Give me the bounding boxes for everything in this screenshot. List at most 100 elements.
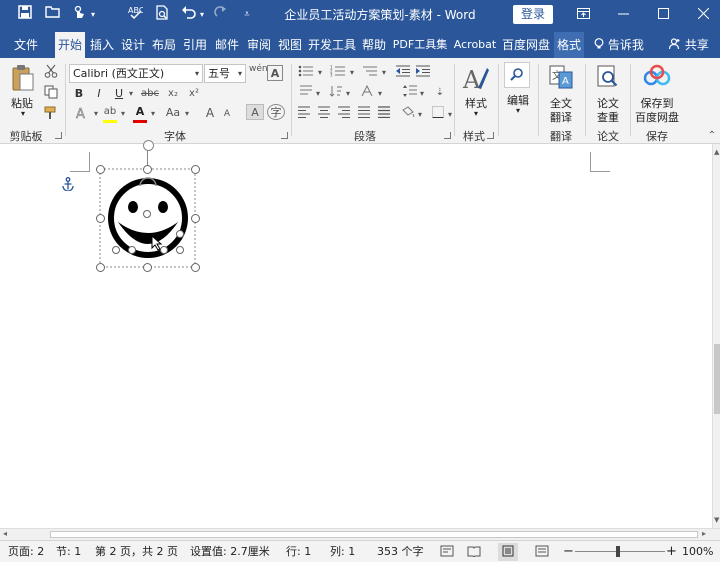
zoom-level[interactable]: 100% <box>682 541 713 562</box>
tab-baidu-netdisk[interactable]: 百度网盘 <box>501 32 551 58</box>
tab-view[interactable]: 视图 <box>276 32 304 58</box>
numbering-dropdown-icon[interactable]: ▾ <box>348 65 356 81</box>
resize-handle[interactable] <box>96 263 105 272</box>
minimize-icon[interactable] <box>603 0 643 30</box>
chinese-layout-dropdown-icon[interactable]: ▾ <box>314 86 322 102</box>
translate-icon[interactable]: 文A <box>547 64 575 92</box>
grow-font-button[interactable]: A <box>203 105 217 121</box>
customize-icon[interactable]: ⩡ <box>236 5 258 25</box>
shading-icon[interactable] <box>400 106 416 122</box>
font-color-dropdown-icon[interactable]: ▾ <box>149 106 157 122</box>
horizontal-scroll-thumb[interactable] <box>50 531 698 538</box>
zoom-slider-track[interactable] <box>575 551 665 552</box>
borders-dropdown-icon[interactable]: ▾ <box>446 107 454 123</box>
distributed-icon[interactable] <box>376 106 392 122</box>
tab-review[interactable]: 审阅 <box>244 32 274 58</box>
resize-handle[interactable] <box>143 165 152 174</box>
print-layout-icon[interactable] <box>498 543 518 561</box>
tab-mailings[interactable]: 邮件 <box>212 32 242 58</box>
share-button[interactable]: 共享 <box>664 32 714 58</box>
bullets-dropdown-icon[interactable]: ▾ <box>316 65 324 81</box>
styles-dialog-launcher-icon[interactable] <box>487 132 494 139</box>
shading-dropdown-icon[interactable]: ▾ <box>416 107 424 123</box>
touch-mode-icon[interactable] <box>68 5 90 25</box>
vertical-scroll-thumb[interactable] <box>714 344 720 414</box>
phonetic-guide-icon[interactable]: wén <box>249 65 268 81</box>
font-size-select[interactable]: 五号 ▾ <box>204 64 246 83</box>
line-spacing-icon[interactable] <box>402 85 418 101</box>
shrink-font-button[interactable]: A <box>220 106 234 122</box>
italic-button[interactable]: I <box>92 86 106 102</box>
font-dialog-launcher-icon[interactable] <box>281 132 288 139</box>
tab-file[interactable]: 文件 <box>6 32 46 58</box>
decrease-indent-icon[interactable] <box>394 65 412 81</box>
adjust-handle[interactable] <box>143 210 151 218</box>
smiley-shape[interactable] <box>96 140 206 274</box>
resize-handle[interactable] <box>191 263 200 272</box>
tab-design[interactable]: 设计 <box>119 32 147 58</box>
maximize-icon[interactable] <box>643 0 683 30</box>
editing-dropdown-icon[interactable]: ▾ <box>514 106 522 115</box>
login-button[interactable]: 登录 <box>513 5 553 24</box>
spellcheck-icon[interactable]: ABC <box>124 5 146 25</box>
align-center-icon[interactable] <box>316 106 332 122</box>
close-icon[interactable] <box>683 0 720 30</box>
tab-developer[interactable]: 开发工具 <box>306 32 358 58</box>
styles-icon[interactable]: A <box>462 64 490 94</box>
highlight-dropdown-icon[interactable]: ▾ <box>119 106 127 122</box>
text-effects-dropdown-icon[interactable]: ▾ <box>92 106 100 122</box>
anchor-icon[interactable] <box>61 177 75 192</box>
status-page[interactable]: 页面: 2 <box>8 541 44 562</box>
subscript-button[interactable]: x₂ <box>164 86 182 102</box>
tab-acrobat[interactable]: Acrobat <box>451 32 499 58</box>
enclose-characters-icon[interactable]: 字 <box>267 104 285 120</box>
strikethrough-button[interactable]: abc <box>139 86 161 102</box>
numbering-icon[interactable]: 123 <box>328 65 348 81</box>
read-mode-icon[interactable] <box>467 541 481 562</box>
line-spacing-dropdown-icon[interactable]: ▾ <box>418 86 426 102</box>
justify-icon[interactable] <box>356 106 372 122</box>
horizontal-scrollbar[interactable]: ◂ ▸ <box>0 528 720 540</box>
collapse-ribbon-icon[interactable]: ⌃ <box>706 128 718 144</box>
character-border-icon[interactable]: A <box>267 65 283 81</box>
copy-icon[interactable] <box>42 85 60 101</box>
bold-button[interactable]: B <box>72 86 86 102</box>
paragraph-dialog-launcher-icon[interactable] <box>444 132 451 139</box>
styles-dropdown-icon[interactable]: ▾ <box>472 109 480 118</box>
underline-dropdown-icon[interactable]: ▾ <box>127 86 135 102</box>
tab-insert[interactable]: 插入 <box>88 32 116 58</box>
baidu-netdisk-icon[interactable] <box>643 64 671 92</box>
document-canvas[interactable] <box>0 140 712 528</box>
asian-typography-icon[interactable] <box>360 84 376 101</box>
format-painter-icon[interactable] <box>42 106 60 122</box>
adjust-handle[interactable] <box>112 246 120 254</box>
tab-help[interactable]: 帮助 <box>360 32 388 58</box>
tab-layout[interactable]: 布局 <box>150 32 178 58</box>
status-word-count[interactable]: 353 个字 <box>377 541 424 562</box>
ribbon-display-options-icon[interactable] <box>563 0 603 30</box>
open-icon[interactable] <box>41 5 63 25</box>
borders-icon[interactable] <box>430 106 446 122</box>
text-effects-icon[interactable]: A <box>72 106 92 123</box>
status-page-of[interactable]: 第 2 页，共 2 页 <box>95 541 178 562</box>
tab-pdf-tools[interactable]: PDF工具集 <box>391 32 449 58</box>
web-layout-icon[interactable] <box>535 541 549 562</box>
adjust-handle[interactable] <box>128 246 136 254</box>
asian-typography-dropdown-icon[interactable]: ▾ <box>376 86 384 102</box>
paper-check-icon[interactable] <box>594 64 622 92</box>
print-preview-icon[interactable] <box>151 5 173 25</box>
increase-indent-icon[interactable] <box>414 65 432 81</box>
paste-dropdown-icon[interactable]: ▾ <box>19 109 27 118</box>
change-case-dropdown-icon[interactable]: ▾ <box>183 106 191 122</box>
tab-format[interactable]: 格式 <box>554 32 584 58</box>
font-color-button[interactable]: A <box>132 104 148 120</box>
undo-dropdown-icon[interactable]: ▾ <box>197 5 207 25</box>
scroll-down-icon[interactable]: ▼ <box>714 516 719 524</box>
resize-handle[interactable] <box>191 214 200 223</box>
tab-references[interactable]: 引用 <box>181 32 209 58</box>
save-icon[interactable] <box>14 5 36 25</box>
sort-dropdown-icon[interactable]: ▾ <box>344 86 352 102</box>
character-shading-icon[interactable]: A <box>246 104 264 120</box>
scroll-right-icon[interactable]: ▸ <box>702 529 706 538</box>
redo-icon[interactable] <box>210 5 232 25</box>
